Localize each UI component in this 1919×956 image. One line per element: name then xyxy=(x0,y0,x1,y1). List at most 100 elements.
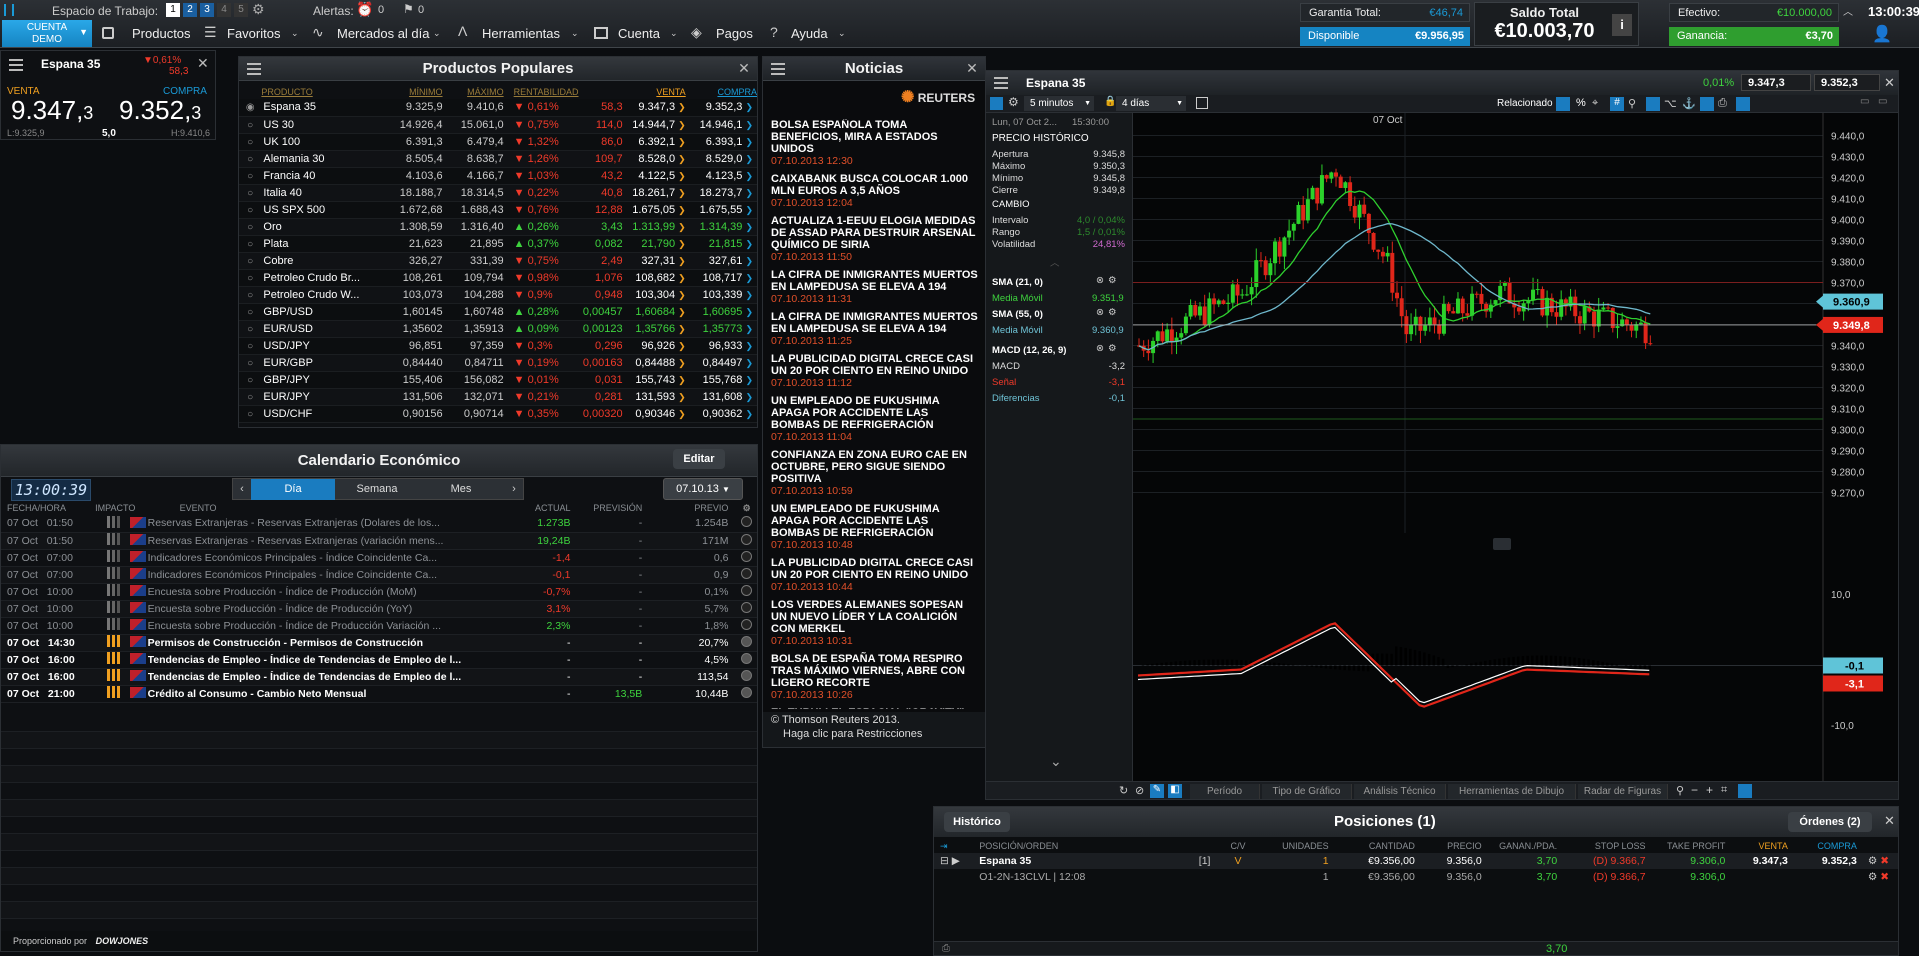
alert-toggle-icon[interactable] xyxy=(741,652,753,664)
tool-icon-5[interactable] xyxy=(1700,97,1714,111)
buy-arrow-icon[interactable]: ❯ xyxy=(745,290,753,300)
calendar-row[interactable]: 07 Oct 07:00 Indicadores Económicos Prin… xyxy=(1,549,757,567)
info-circle-icon[interactable]: ◉ xyxy=(246,102,255,113)
news-item[interactable]: EL TUBULI EL ESPACIAL "GRAVITY" xyxy=(771,707,979,709)
order-gear-icon[interactable]: ⚙ xyxy=(1868,871,1877,883)
buy-arrow-icon[interactable]: ❯ xyxy=(745,222,753,232)
ticker-sell-price[interactable]: 9.347,3 xyxy=(11,95,93,126)
tab-semana[interactable]: Semana xyxy=(335,479,419,500)
sell-arrow-icon[interactable]: ❯ xyxy=(678,392,686,402)
sell-arrow-icon[interactable]: ❯ xyxy=(678,358,686,368)
fit-icon[interactable]: ⌗ xyxy=(1721,784,1727,797)
buy-arrow-icon[interactable]: ❯ xyxy=(745,188,753,198)
column-settings-icon[interactable]: ⚙ xyxy=(743,503,751,513)
product-row[interactable]: ◉ Espana 35 9.325,9 9.410,6 ▼ 0,61% 58,3 9.347… xyxy=(239,99,757,117)
app-menu-icon[interactable] xyxy=(4,4,14,16)
next-arrow-icon[interactable]: › xyxy=(505,479,523,500)
news-headline[interactable]: BOLSA ESPAÑOLA TOMA BENEFICIOS, MIRA A E… xyxy=(771,119,979,155)
info-circle-icon[interactable]: ○ xyxy=(247,409,253,420)
product-venta[interactable]: 9.347,3 xyxy=(638,101,675,113)
sell-arrow-icon[interactable]: ❯ xyxy=(678,171,686,181)
position-gear-icon[interactable]: ⚙ xyxy=(1868,855,1877,867)
sell-arrow-icon[interactable]: ❯ xyxy=(678,222,686,232)
sma1-gear-icon[interactable]: ⚙ xyxy=(1108,275,1117,286)
product-venta[interactable]: 6.392,1 xyxy=(638,136,675,148)
collapse-chevron-up-icon[interactable]: ︿ xyxy=(1050,255,1060,269)
product-row[interactable]: ○ Oro 1.308,59 1.316,40 ▲ 0,26% 3,43 1.313,99 … xyxy=(239,218,757,236)
buy-arrow-icon[interactable]: ❯ xyxy=(745,239,753,249)
alert-toggle-icon[interactable] xyxy=(741,567,753,579)
product-compra[interactable]: 6.393,1 xyxy=(706,136,743,148)
alert-toggle-icon[interactable] xyxy=(741,516,753,528)
info-circle-icon[interactable]: ○ xyxy=(247,222,253,233)
expand-all-icon[interactable]: ⇥ xyxy=(940,841,948,851)
interval-select[interactable]: 5 minutos ▼ xyxy=(1024,96,1094,111)
product-venta[interactable]: 96,926 xyxy=(641,340,675,352)
order-stop-loss[interactable]: (D) 9.366,7 xyxy=(1557,869,1646,885)
news-item[interactable]: UN EMPLEADO DE FUKUSHIMA APAGA POR ACCID… xyxy=(771,503,979,551)
buy-arrow-icon[interactable]: ❯ xyxy=(745,171,753,181)
calendar-icon[interactable] xyxy=(1196,97,1208,109)
info-circle-icon[interactable]: ○ xyxy=(247,392,253,403)
product-compra[interactable]: 21,815 xyxy=(709,238,743,250)
product-row[interactable]: ○ US 30 14.926,4 15.061,0 ▼ 0,75% 114,0 14.944… xyxy=(239,116,757,134)
product-row[interactable]: ○ Alemania 30 8.505,4 8.638,7 ▼ 1,26% 109,7 8.… xyxy=(239,150,757,168)
alert-toggle-icon[interactable] xyxy=(741,601,753,613)
product-row[interactable]: ○ Francia 40 4.103,6 4.166,7 ▼ 1,03% 43,2 4.12… xyxy=(239,167,757,185)
product-row[interactable]: ○ Petroleo Crudo W... 103,073 104,288 ▼ 0,9%… xyxy=(239,286,757,304)
product-row[interactable]: ○ USD/CHF 0,90156 0,90714 ▼ 0,35% 0,00320 0,90… xyxy=(239,405,757,423)
alert-toggle-icon[interactable] xyxy=(741,584,753,596)
demo-account-button[interactable]: CUENTA DEMO ▼ xyxy=(2,20,92,47)
calendar-row[interactable]: 07 Oct 10:00 Encuesta sobre Producción -… xyxy=(1,583,757,601)
menu-productos[interactable]: Productos xyxy=(132,22,191,46)
product-compra[interactable]: 4.123,5 xyxy=(706,170,743,182)
alert-toggle-icon[interactable] xyxy=(741,533,753,545)
col-venta[interactable]: VENTA xyxy=(623,85,685,99)
sell-arrow-icon[interactable]: ❯ xyxy=(678,324,686,334)
product-compra[interactable]: 18.273,7 xyxy=(700,187,743,199)
product-name[interactable]: Oro xyxy=(261,218,382,236)
tool-icon-6[interactable] xyxy=(1736,97,1750,111)
position-row[interactable]: ⊟ ▶ Espana 35 [1] V 1 €9.356,00 9.356,0 3… xyxy=(934,853,1898,869)
product-row[interactable]: ○ USD/JPY 96,851 97,359 ▼ 0,3% 0,296 96,926 ❯ 9… xyxy=(239,337,757,355)
chart-bottom-tab[interactable]: Herramientas de Dibujo xyxy=(1448,784,1576,799)
event-name[interactable]: Tendencias de Empleo - Índice de Tendenc… xyxy=(147,668,491,686)
event-name[interactable]: Encuesta sobre Producción - Índice de Pr… xyxy=(147,583,491,601)
product-venta[interactable]: 18.261,7 xyxy=(632,187,675,199)
product-name[interactable]: EUR/JPY xyxy=(261,388,382,406)
refresh-icon[interactable]: ↻ xyxy=(1119,784,1128,797)
news-headline[interactable]: LA PUBLICIDAD DIGITAL CRECE CASI UN 20 P… xyxy=(771,353,979,377)
product-compra[interactable]: 1.314,39 xyxy=(700,221,743,233)
calendar-edit-button[interactable]: Editar xyxy=(673,449,725,469)
zoom-out-icon[interactable]: − xyxy=(1691,783,1698,797)
menu-favoritos[interactable]: Favoritos xyxy=(227,22,280,46)
product-venta[interactable]: 1,35766 xyxy=(635,323,675,335)
tab-dia[interactable]: Día xyxy=(251,479,335,500)
sell-arrow-icon[interactable]: ❯ xyxy=(678,137,686,147)
price-chart[interactable]: 9.440,0 9.430,0 9.420,0 9.410,0 9.400,0 9.390… xyxy=(1133,113,1899,781)
news-headline[interactable]: LA PUBLICIDAD DIGITAL CRECE CASI UN 20 P… xyxy=(771,557,979,581)
close-position-icon[interactable]: ✖ xyxy=(1880,855,1889,867)
buy-arrow-icon[interactable]: ❯ xyxy=(745,102,753,112)
product-compra[interactable]: 9.352,3 xyxy=(706,101,743,113)
calendar-row[interactable]: 07 Oct 16:00 Tendencias de Empleo - Índi… xyxy=(1,668,757,686)
event-name[interactable]: Encuesta sobre Producción - Índice de Pr… xyxy=(147,617,491,635)
chart-bottom-tab[interactable]: Radar de Figuras xyxy=(1578,784,1668,799)
product-compra[interactable]: 14.946,1 xyxy=(700,119,743,131)
event-name[interactable]: Encuesta sobre Producción - Índice de Pr… xyxy=(147,600,491,618)
product-name[interactable]: Alemania 30 xyxy=(261,150,382,168)
tool-icon-1[interactable] xyxy=(1556,97,1570,111)
product-compra[interactable]: 327,61 xyxy=(709,255,743,267)
news-item[interactable]: LA PUBLICIDAD DIGITAL CRECE CASI UN 20 P… xyxy=(771,353,979,389)
pencil-icon[interactable]: ✎ xyxy=(1150,784,1164,798)
calendar-row[interactable]: 07 Oct 07:00 Indicadores Económicos Prin… xyxy=(1,566,757,584)
close-order-icon[interactable]: ✖ xyxy=(1880,871,1889,883)
menu-cuenta[interactable]: Cuenta xyxy=(618,22,660,46)
news-item[interactable]: BOLSA ESPAÑOLA TOMA BENEFICIOS, MIRA A E… xyxy=(771,119,979,167)
close-icon[interactable]: ✕ xyxy=(965,60,979,76)
product-compra[interactable]: 155,768 xyxy=(703,374,743,386)
product-venta[interactable]: 1,60684 xyxy=(635,306,675,318)
alert-toggle-icon[interactable] xyxy=(741,686,753,698)
product-name[interactable]: UK 100 xyxy=(261,133,382,151)
sell-arrow-icon[interactable]: ❯ xyxy=(678,290,686,300)
